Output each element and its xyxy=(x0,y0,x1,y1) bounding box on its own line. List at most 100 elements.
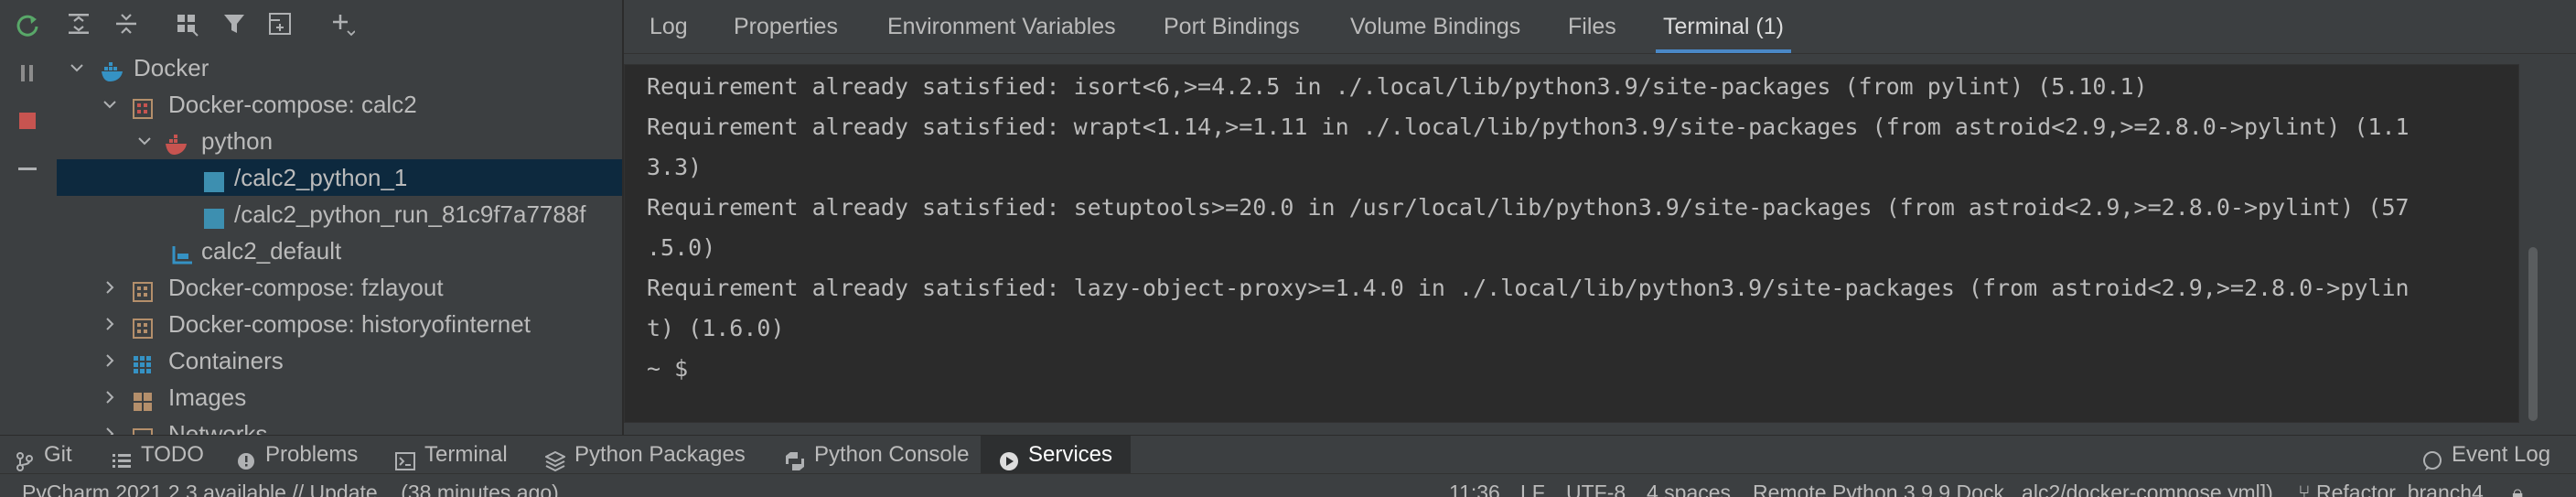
chevron-right-icon[interactable] xyxy=(101,379,119,416)
terminal-line: .5.0) xyxy=(647,234,716,261)
tab-properties[interactable]: Properties xyxy=(734,0,838,53)
tree-item-label: Docker-compose: historyofinternet xyxy=(168,310,531,338)
images-icon xyxy=(132,386,154,411)
chevron-right-icon[interactable] xyxy=(101,416,119,435)
services-icon xyxy=(999,446,1019,470)
compose-icon xyxy=(132,276,154,302)
containers-grid-icon xyxy=(132,350,154,373)
chevron-down-icon[interactable] xyxy=(68,49,86,86)
tool-label: Python Console xyxy=(814,442,970,467)
tool-label: Terminal xyxy=(424,442,508,467)
add-service-icon[interactable] xyxy=(326,7,359,40)
tab-log[interactable]: Log xyxy=(649,0,688,53)
rerun-icon[interactable] xyxy=(11,9,44,42)
status-interpreter[interactable]: Remote Python 3.9.9 Dock...alc2/docker-c… xyxy=(1753,474,2273,497)
pause-icon[interactable] xyxy=(11,57,44,90)
status-indent[interactable]: 4 spaces xyxy=(1647,474,1731,497)
tool-label: Python Packages xyxy=(574,442,746,467)
tab-volume-bindings[interactable]: Volume Bindings xyxy=(1350,0,1520,53)
tree-item-label: /calc2_python_run_81c9f7a7788f xyxy=(234,200,586,228)
tree-item-label: Docker xyxy=(134,54,209,81)
status-line-separator[interactable]: LF xyxy=(1520,474,1545,497)
tab-terminal[interactable]: Terminal (1) xyxy=(1656,0,1791,53)
tree-item-label: calc2_default xyxy=(201,237,342,265)
status-git-branch[interactable]: ⑂ Refactor_branch4 xyxy=(2298,474,2484,497)
chevron-down-icon[interactable] xyxy=(101,86,119,123)
tree-item-docker[interactable]: Docker xyxy=(57,49,622,86)
tool-python-console[interactable]: Python Console xyxy=(785,436,969,474)
container-icon xyxy=(203,203,225,229)
chevron-right-icon[interactable] xyxy=(101,342,119,379)
event-log-icon xyxy=(2422,446,2442,470)
terminal-line: Requirement already satisfied: lazy-obje… xyxy=(647,275,2410,301)
terminal-prompt: ~ $ xyxy=(647,355,689,382)
tool-services[interactable]: Services xyxy=(981,436,1132,474)
container-icon xyxy=(203,167,225,192)
chevron-right-icon[interactable] xyxy=(101,306,119,342)
packages-icon xyxy=(543,446,567,471)
compose-icon xyxy=(132,93,154,119)
terminal-line: Requirement already satisfied: isort<6,>… xyxy=(647,73,2148,100)
terminal-line: Requirement already satisfied: wrapt<1.1… xyxy=(647,113,2410,140)
tree-item-label: Images xyxy=(168,384,247,411)
status-caret-position[interactable]: 11:36 xyxy=(1449,474,1500,497)
git-branch-icon: ⑂ xyxy=(2298,481,2311,497)
stop-icon[interactable] xyxy=(11,104,44,137)
tool-window-bar: Git TODO Problems Terminal Python Packag… xyxy=(0,435,2576,474)
tool-label: Services xyxy=(1028,442,1113,467)
tree-item-containers[interactable]: Containers xyxy=(57,342,622,379)
status-branch-label: Refactor_branch4 xyxy=(2316,481,2484,497)
tool-label: Problems xyxy=(265,442,359,467)
tab-files[interactable]: Files xyxy=(1568,0,1616,53)
tree-item-compose-fzlayout[interactable]: Docker-compose: fzlayout xyxy=(57,269,622,306)
chevron-down-icon[interactable] xyxy=(135,123,154,159)
terminal-output[interactable]: Requirement already satisfied: isort<6,>… xyxy=(624,64,2519,423)
tree-toolbar xyxy=(57,0,622,48)
status-message[interactable]: PyCharm 2021.2.3 available // Update... … xyxy=(22,474,559,497)
terminal-scrollbar[interactable] xyxy=(2528,247,2538,421)
lock-icon[interactable]: 🔒︎ xyxy=(2512,474,2523,497)
tool-label: Git xyxy=(44,442,72,467)
terminal-icon xyxy=(395,446,415,470)
tree-item-compose-calc2[interactable]: Docker-compose: calc2 xyxy=(57,86,622,123)
status-encoding[interactable]: UTF-8 xyxy=(1566,474,1626,497)
tool-git[interactable]: Git xyxy=(15,436,72,474)
tree-item-container-calc2-python-1[interactable]: /calc2_python_1 xyxy=(57,159,622,196)
tab-port-bindings[interactable]: Port Bindings xyxy=(1164,0,1300,53)
tree-item-label: Containers xyxy=(168,347,284,374)
docker-whale-icon xyxy=(101,57,123,81)
python-icon xyxy=(785,446,805,470)
tool-event-log[interactable]: Event Log xyxy=(2422,436,2550,474)
services-tree-panel: Docker Docker-compose: calc2 python /cal… xyxy=(57,0,622,435)
tree-item-container-calc2-python-run[interactable]: /calc2_python_run_81c9f7a7788f xyxy=(57,196,622,232)
networks-icon xyxy=(132,423,154,435)
tab-environment-variables[interactable]: Environment Variables xyxy=(887,0,1116,53)
tree-item-network-calc2-default[interactable]: calc2_default xyxy=(57,232,622,269)
tree-item-python-service[interactable]: python xyxy=(57,123,622,159)
tool-problems[interactable]: Problems xyxy=(236,436,358,474)
terminal-line: Requirement already satisfied: setuptool… xyxy=(647,194,2410,221)
details-panel: Log Properties Environment Variables Por… xyxy=(624,0,2576,435)
tree-item-images[interactable]: Images xyxy=(57,379,622,416)
status-bar: PyCharm 2021.2.3 available // Update... … xyxy=(0,473,2576,497)
tree-item-label: Networks xyxy=(168,420,268,435)
tool-python-packages[interactable]: Python Packages xyxy=(543,436,746,474)
details-tabs: Log Properties Environment Variables Por… xyxy=(624,0,2576,54)
chevron-right-icon[interactable] xyxy=(101,269,119,306)
new-tab-icon[interactable] xyxy=(263,7,296,40)
collapse-all-icon[interactable] xyxy=(110,7,143,40)
tree-item-label: python xyxy=(201,127,274,155)
tree-item-label: Docker-compose: calc2 xyxy=(168,91,417,118)
tree-item-compose-historyofinternet[interactable]: Docker-compose: historyofinternet xyxy=(57,306,622,342)
expand-all-icon[interactable] xyxy=(62,7,95,40)
services-action-strip xyxy=(0,0,58,435)
tool-todo[interactable]: TODO xyxy=(112,436,204,474)
git-branch-icon xyxy=(15,446,35,471)
minimize-icon[interactable] xyxy=(11,152,44,185)
tool-terminal[interactable]: Terminal xyxy=(395,436,508,474)
compose-icon xyxy=(132,313,154,339)
filter-icon[interactable] xyxy=(218,7,251,40)
group-by-icon[interactable] xyxy=(170,7,203,40)
tree-item-label: /calc2_python_1 xyxy=(234,164,408,191)
tree-item-networks[interactable]: Networks xyxy=(57,416,622,435)
